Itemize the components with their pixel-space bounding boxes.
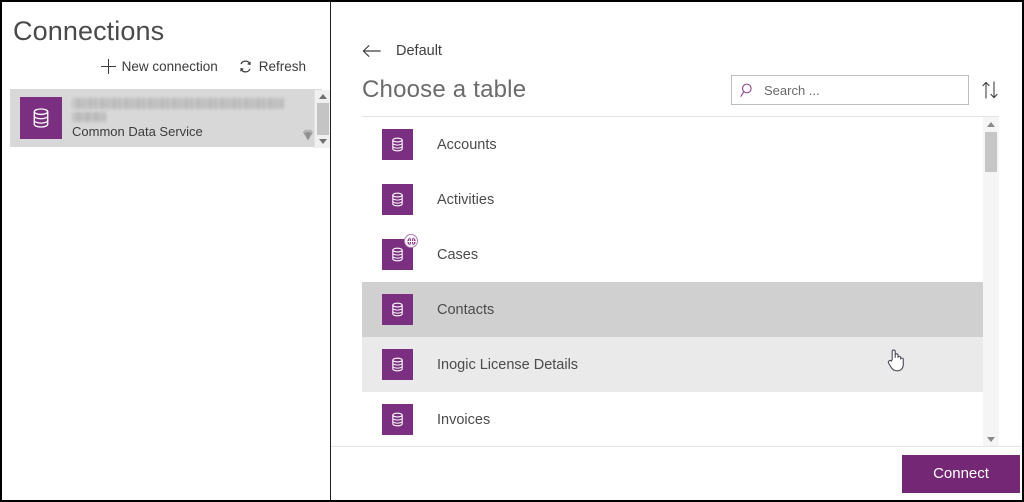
table-list-item[interactable]: Activities [362,172,983,227]
sidebar-scroll-thumb[interactable] [317,103,329,135]
database-icon [382,404,413,435]
connection-name-redacted-line2 [72,112,106,122]
list-scroll-thumb[interactable] [985,132,997,172]
table-list-item[interactable]: Invoices [362,392,983,446]
connection-text-block: Common Data Service [72,96,316,140]
table-list-item[interactable]: Accounts [362,117,983,172]
back-button-label: Default [396,43,442,59]
table-list-item-label: Invoices [437,411,491,428]
refresh-button[interactable]: Refresh [238,59,306,74]
table-list-scrollbar[interactable] [983,117,999,446]
table-list-item-label: Contacts [437,301,495,318]
table-list-item-label: Activities [437,191,495,208]
connection-name-redacted [72,98,284,109]
connections-sidebar: Connections New connection Refresh Commo… [2,2,331,500]
new-connection-button[interactable]: New connection [100,59,218,74]
refresh-icon [238,59,253,74]
sort-ascending-descending-icon[interactable] [981,80,999,100]
search-icon [740,82,756,98]
globe-icon [404,234,418,248]
dialog-footer: Connect [331,446,1022,500]
table-list-container: Accounts Activities Cases Contacts Inogi… [362,117,999,446]
table-list-item-label: Accounts [437,136,497,153]
sidebar-command-bar: New connection Refresh [2,48,330,78]
table-list-item[interactable]: Cases [362,227,983,282]
database-icon [382,129,413,160]
sidebar-scroll-up-button[interactable] [315,90,331,103]
sidebar-scroll-down-button[interactable] [315,135,331,148]
list-scroll-up-button[interactable] [983,117,999,131]
connect-button[interactable]: Connect [902,454,1020,493]
search-input[interactable] [764,82,960,98]
connection-subtitle: Common Data Service [72,124,203,139]
back-arrow-icon [362,43,382,59]
table-picker-panel: Default Choose a table Search ... Accoun… [331,2,1022,500]
plus-icon [100,59,116,74]
database-icon [382,184,413,215]
back-button[interactable]: Default [362,40,442,62]
table-list-item[interactable]: Contacts [362,282,983,337]
refresh-label: Refresh [258,59,306,74]
panel-title-row: Choose a table [362,75,1022,105]
choose-table-heading: Choose a table [362,76,527,103]
page-title: Connections [13,16,165,46]
table-list-item-label: Cases [437,246,479,263]
table-list-item[interactable]: Inogic License Details [362,337,983,392]
list-scroll-down-button[interactable] [983,432,999,446]
sidebar-scrollbar[interactable] [314,90,330,148]
panel-header: Default Choose a table [331,2,1022,105]
database-icon [382,294,413,325]
database-icon [382,349,413,380]
panel-tools [731,75,999,105]
connector-table-picker-dialog: Connections New connection Refresh Commo… [0,0,1024,502]
database-icon [20,97,62,139]
search-box[interactable] [731,75,969,105]
connection-list-item[interactable]: Common Data Service [10,89,322,147]
database-icon [382,234,418,270]
new-connection-label: New connection [121,59,218,74]
table-list-item-label: Inogic License Details [437,356,579,373]
table-list: Accounts Activities Cases Contacts Inogi… [362,117,983,446]
